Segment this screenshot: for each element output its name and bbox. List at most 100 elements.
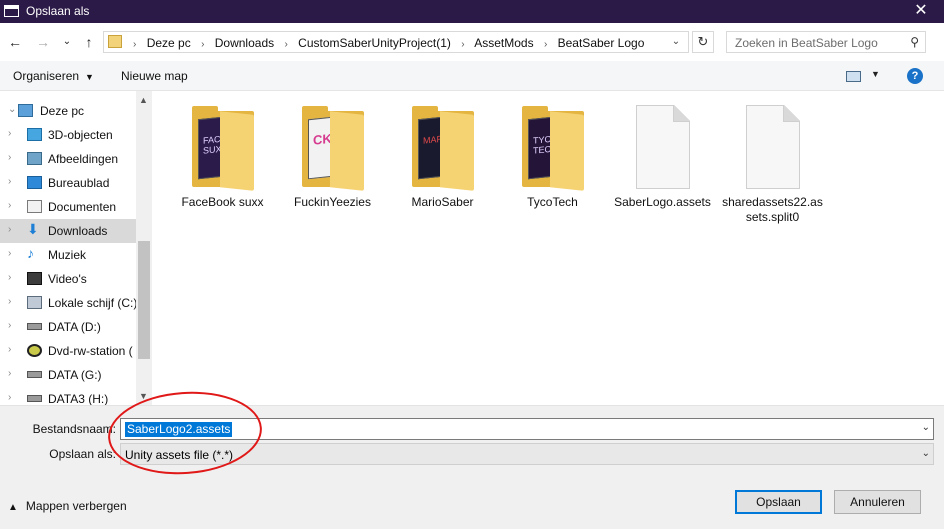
file-item-document[interactable]: SaberLogo.assets [610, 103, 715, 210]
sidebar-item-label: Dvd-rw-station ( [48, 344, 133, 358]
file-item-folder[interactable]: TYCO TECH TycoTech [500, 103, 605, 210]
sidebar-item-data-g[interactable]: › DATA (G:) [0, 363, 136, 387]
expand-icon[interactable]: › [8, 128, 11, 139]
scroll-down-icon[interactable]: ▼ [139, 391, 148, 401]
address-bar[interactable]: › Deze pc › Downloads › CustomSaberUnity… [103, 31, 689, 53]
hide-folders-label: Mappen verbergen [25, 499, 127, 513]
filename-input[interactable]: SaberLogo2.assets ⌄ [120, 418, 934, 440]
sidebar-item-label: Afbeeldingen [48, 152, 119, 166]
3d-objects-icon [27, 128, 42, 141]
sidebar-item-documents[interactable]: › Documenten [0, 195, 136, 219]
navigation-bar: ← → ⌄ ↑ › Deze pc › Downloads › CustomSa… [0, 23, 944, 61]
back-button[interactable]: ← [6, 33, 24, 51]
filename-label: Bestandsnaam: [32, 422, 116, 436]
sidebar-item-label: Muziek [48, 248, 87, 262]
search-input[interactable]: Zoeken in BeatSaber Logo ⚲ [726, 31, 926, 53]
scrollbar-thumb[interactable] [138, 241, 150, 359]
help-button[interactable]: ? [907, 68, 923, 84]
file-list: FACEBOOK SUXX FaceBook suxx CKZ FuckinYe… [152, 91, 944, 405]
scroll-up-icon[interactable]: ▲ [139, 95, 148, 105]
sidebar-item-downloads[interactable]: › ⬇ Downloads [0, 219, 136, 243]
sidebar-item-videos[interactable]: › Video's [0, 267, 136, 291]
expand-icon[interactable]: › [8, 392, 11, 403]
sidebar-item-desktop[interactable]: › Bureaublad [0, 171, 136, 195]
sidebar-item-local-disk-c[interactable]: › Lokale schijf (C:) [0, 291, 138, 315]
sidebar-item-label: 3D-objecten [48, 128, 113, 142]
desktop-icon [27, 176, 42, 189]
chevron-down-icon[interactable]: ⌄ [922, 448, 930, 459]
sidebar-item-dvd-drive[interactable]: › Dvd-rw-station ( [0, 339, 136, 363]
expand-icon[interactable]: › [8, 344, 11, 355]
breadcrumb-separator-icon[interactable]: › [201, 39, 204, 50]
forward-button[interactable]: → [34, 33, 52, 51]
expand-icon[interactable]: › [8, 368, 11, 379]
organize-button[interactable]: Organiseren ▼ [13, 69, 94, 83]
computer-icon [18, 104, 33, 117]
expand-icon[interactable]: › [8, 152, 11, 163]
expand-icon[interactable]: › [8, 320, 11, 331]
breadcrumb-separator-icon[interactable]: › [461, 39, 464, 50]
file-name: FuckinYeezies [294, 195, 371, 209]
breadcrumb-separator-icon[interactable]: › [284, 39, 287, 50]
window-title: Opslaan als [26, 4, 90, 18]
view-options-icon[interactable] [846, 71, 861, 82]
breadcrumb-item[interactable]: CustomSaberUnityProject(1) [298, 36, 451, 50]
up-button[interactable]: ↑ [80, 33, 98, 51]
filename-value[interactable]: SaberLogo2.assets [125, 422, 233, 437]
collapse-icon[interactable]: ⌄ [8, 104, 16, 115]
breadcrumb-item[interactable]: Deze pc [147, 36, 191, 50]
file-name: SaberLogo.assets [614, 195, 711, 209]
expand-icon[interactable]: › [8, 200, 11, 211]
breadcrumb-separator-icon[interactable]: › [544, 39, 547, 50]
chevron-down-icon[interactable]: ⌄ [922, 422, 930, 433]
file-item-folder[interactable]: FACEBOOK SUXX FaceBook suxx [170, 103, 275, 210]
expand-icon[interactable]: › [8, 296, 11, 307]
search-placeholder: Zoeken in BeatSaber Logo [735, 36, 878, 50]
view-dropdown-icon[interactable]: ▼ [871, 69, 880, 79]
file-item-folder[interactable]: CKZ FuckinYeezies [280, 103, 385, 210]
folder-icon: MARIO [410, 103, 476, 191]
file-item-document[interactable]: sharedassets22.as sets.split0 [720, 103, 825, 225]
save-options-pane: Bestandsnaam: SaberLogo2.assets ⌄ Opslaa… [0, 405, 944, 529]
chevron-down-icon: ▼ [85, 72, 94, 82]
filetype-select[interactable]: Unity assets file (*.*) ⌄ [120, 443, 934, 465]
refresh-button[interactable]: ↻ [692, 31, 714, 53]
file-item-folder[interactable]: MARIO MarioSaber [390, 103, 495, 210]
expand-icon[interactable]: › [8, 176, 11, 187]
sidebar-item-music[interactable]: › ♪ Muziek [0, 243, 136, 267]
recent-locations-dropdown[interactable]: ⌄ [58, 33, 76, 51]
filetype-value: Unity assets file (*.*) [125, 448, 234, 462]
sidebar-item-data3-h[interactable]: › DATA3 (H:) [0, 387, 136, 405]
file-name: TycoTech [527, 195, 578, 209]
breadcrumb-item[interactable]: AssetMods [474, 36, 533, 50]
videos-icon [27, 272, 42, 285]
save-button[interactable]: Opslaan [735, 490, 822, 514]
search-icon: ⚲ [910, 35, 919, 49]
file-name: sharedassets22.as sets.split0 [722, 195, 823, 224]
close-button[interactable]: ✕ [898, 0, 944, 23]
breadcrumb-item[interactable]: Downloads [215, 36, 274, 50]
expand-icon[interactable]: › [8, 272, 11, 283]
expand-icon[interactable]: › [8, 248, 11, 259]
sidebar-item-data-d[interactable]: › DATA (D:) [0, 315, 136, 339]
sidebar-item-label: Deze pc [40, 104, 85, 118]
sidebar-item-this-pc[interactable]: ⌄ Deze pc [0, 99, 136, 123]
filetype-label: Opslaan als: [49, 447, 116, 461]
sidebar-item-3d-objects[interactable]: › 3D-objecten [0, 123, 136, 147]
breadcrumb-item[interactable]: BeatSaber Logo [558, 36, 645, 50]
window-icon [4, 5, 19, 17]
file-name: MarioSaber [411, 195, 474, 209]
cancel-button[interactable]: Annuleren [834, 490, 921, 514]
folder-icon: FACEBOOK SUXX [190, 103, 256, 191]
new-folder-button[interactable]: Nieuwe map [121, 69, 188, 83]
expand-icon[interactable]: › [8, 224, 11, 235]
file-icon [740, 103, 806, 191]
local-disk-icon [27, 296, 42, 309]
sidebar-item-pictures[interactable]: › Afbeeldingen [0, 147, 136, 171]
address-dropdown-icon[interactable]: ⌄ [664, 32, 688, 52]
sidebar-item-label: Lokale schijf (C:) [48, 296, 138, 310]
hide-folders-button[interactable]: ▲ Mappen verbergen [8, 499, 127, 513]
title-bar: Opslaan als ✕ [0, 0, 944, 23]
sidebar-scrollbar[interactable]: ▲ ▼ [136, 91, 152, 405]
organize-label: Organiseren [13, 69, 80, 83]
